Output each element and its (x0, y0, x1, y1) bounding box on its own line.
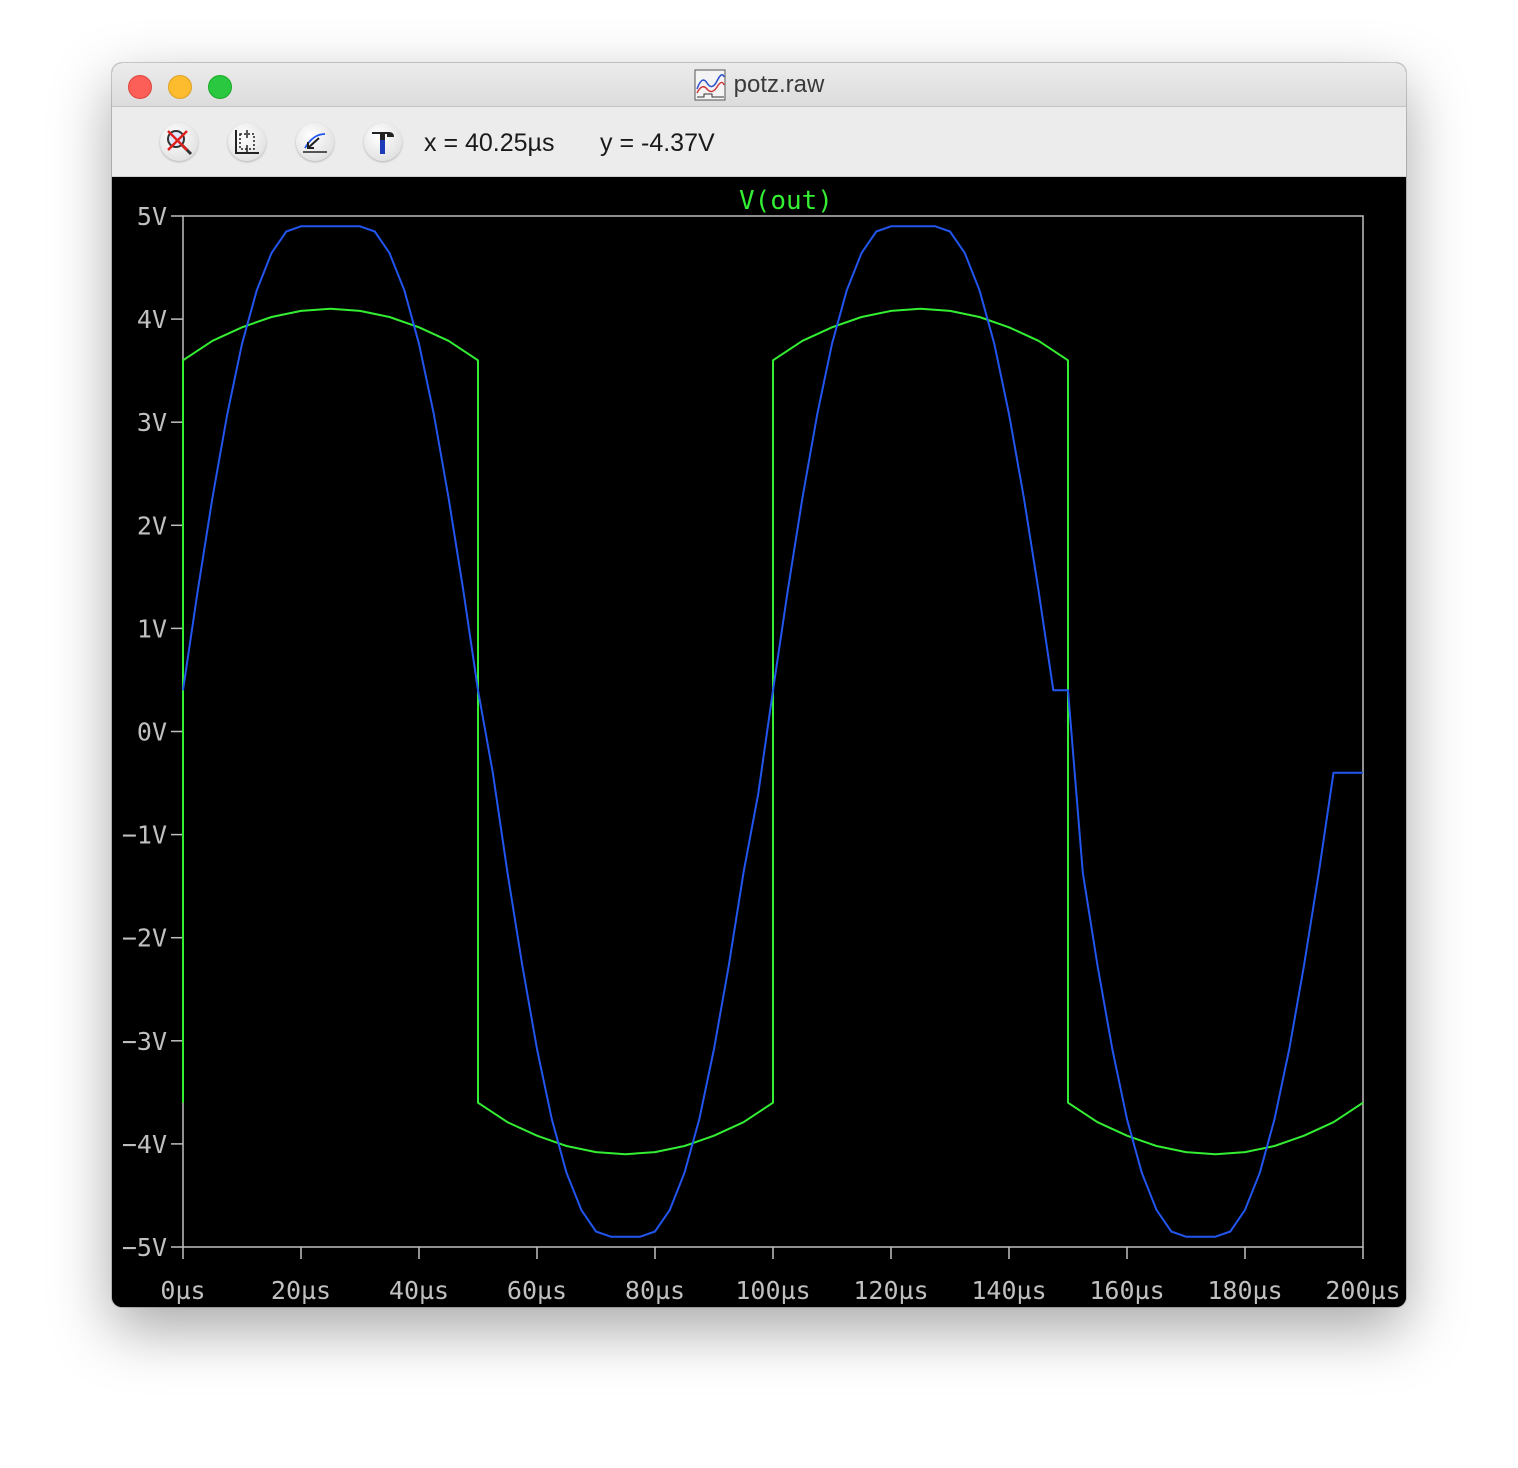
waveform-file-icon (694, 69, 726, 101)
y-tick-label: 0V (137, 718, 167, 747)
cursor-y-readout: y = -4.37V (600, 129, 715, 157)
x-tick-label: 20µs (271, 1276, 331, 1305)
window-title: potz.raw (733, 71, 825, 98)
x-tick-label: 80µs (625, 1276, 685, 1305)
autorange-button[interactable] (228, 123, 266, 161)
settings-tool-button[interactable] (364, 123, 402, 161)
series-vout-line (182, 307, 1364, 1156)
x-tick-label: 60µs (507, 1276, 567, 1305)
y-tick-label: −5V (122, 1233, 167, 1262)
x-tick-label: 160µs (1089, 1276, 1164, 1305)
y-tick-label: −4V (122, 1130, 167, 1159)
cursor-x-readout: x = 40.25µs (424, 129, 555, 157)
x-tick-label: 180µs (1207, 1276, 1282, 1305)
y-tick-label: 1V (137, 614, 167, 643)
y-tick-label: 2V (137, 511, 167, 540)
y-tick-label: −1V (122, 821, 167, 850)
waveform-chart[interactable]: 5V 4V 3V 2V 1V 0V −1V −2V −3V −4V −5V 0µs 20µs 40µs 60… (112, 177, 1406, 1307)
x-tick-label: 0µs (160, 1276, 205, 1305)
x-tick-label: 120µs (853, 1276, 928, 1305)
y-tick-label: 4V (137, 305, 167, 334)
chart-title: V(out) (739, 186, 833, 216)
zoom-back-button[interactable] (296, 123, 334, 161)
hammer-tool-icon (372, 132, 394, 154)
zoom-cancel-icon (167, 130, 193, 156)
x-tick-label: 140µs (971, 1276, 1046, 1305)
plot-toolbar: x = 40.25µs y = -4.37V (112, 107, 1406, 177)
y-tick-label: 3V (137, 408, 167, 437)
y-tick-label: 5V (137, 202, 167, 231)
plot-area[interactable]: 5V 4V 3V 2V 1V 0V −1V −2V −3V −4V −5V 0µs 20µs 40µs 60… (112, 177, 1406, 1307)
x-tick-label: 40µs (389, 1276, 449, 1305)
autorange-icon (235, 130, 259, 154)
x-tick-label: 200µs (1325, 1276, 1400, 1305)
zoom-back-icon (303, 133, 327, 153)
x-tick-label: 100µs (735, 1276, 810, 1305)
waveform-viewer-window: potz.raw x = 40.25µs y = -4.37V 5V 4V 3V… (112, 63, 1406, 1307)
y-tick-label: −3V (122, 1027, 167, 1056)
zoom-cancel-button[interactable] (160, 123, 198, 161)
y-tick-label: −2V (122, 924, 167, 953)
title-bar[interactable]: potz.raw (112, 63, 1406, 107)
